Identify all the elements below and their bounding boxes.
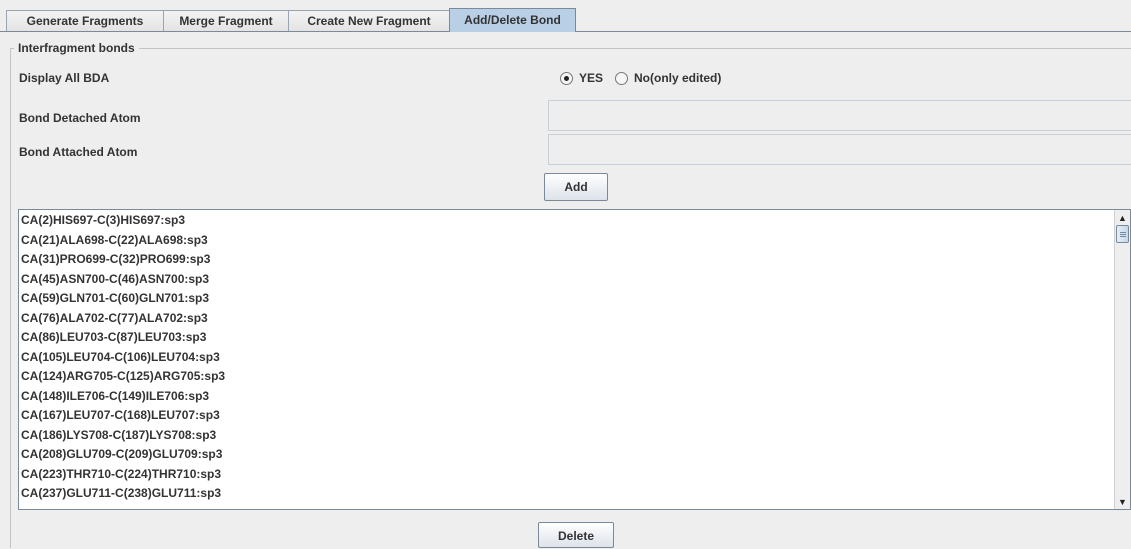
vertical-scrollbar[interactable]: ▲ ▼: [1114, 210, 1130, 509]
bond-list-item[interactable]: CA(148)ILE706-C(149)ILE706:sp3: [21, 387, 209, 406]
bond-list-item[interactable]: CA(208)GLU709-C(209)GLU709:sp3: [21, 445, 222, 464]
bond-list-item[interactable]: CA(45)ASN700-C(46)ASN700:sp3: [21, 270, 209, 289]
bond-list-item[interactable]: CA(76)ALA702-C(77)ALA702:sp3: [21, 309, 208, 328]
add-delete-bond-panel: Interfragment bonds Display All BDA YES …: [0, 32, 1131, 548]
thumb-grip-line: [1120, 234, 1126, 235]
bond-list-item[interactable]: CA(86)LEU703-C(87)LEU703:sp3: [21, 328, 206, 347]
up-arrow-icon[interactable]: ▲: [1115, 210, 1130, 225]
radio-selected-icon: [560, 71, 573, 85]
radio-no-label: No(only edited): [634, 71, 722, 85]
bond-attached-atom-field[interactable]: [548, 134, 1131, 165]
bond-attached-atom-label: Bond Attached Atom: [19, 145, 138, 159]
radio-no-only-edited[interactable]: No(only edited): [615, 70, 721, 86]
group-border-left: [10, 48, 11, 548]
radio-yes[interactable]: YES: [560, 70, 603, 86]
tab-bar: Generate Fragments Merge Fragment Create…: [0, 0, 1131, 32]
bond-list-item[interactable]: CA(105)LEU704-C(106)LEU704:sp3: [21, 348, 220, 367]
delete-button[interactable]: Delete: [538, 522, 614, 548]
bond-list-item[interactable]: CA(186)LYS708-C(187)LYS708:sp3: [21, 426, 216, 445]
bond-list[interactable]: CA(2)HIS697-C(3)HIS697:sp3 CA(21)ALA698-C…: [18, 209, 1131, 510]
bond-list-item[interactable]: CA(21)ALA698-C(22)ALA698:sp3: [21, 231, 208, 250]
scrollbar-thumb[interactable]: [1116, 225, 1129, 243]
radio-dot: [564, 75, 569, 81]
thumb-grip-line: [1120, 236, 1126, 237]
down-arrow-icon[interactable]: ▼: [1115, 494, 1130, 509]
bond-list-item[interactable]: CA(2)HIS697-C(3)HIS697:sp3: [21, 211, 185, 230]
bond-list-item[interactable]: CA(59)GLN701-C(60)GLN701:sp3: [21, 289, 209, 308]
bond-list-item[interactable]: CA(237)GLU711-C(238)GLU711:sp3: [21, 484, 221, 503]
group-border-top: [10, 48, 1131, 49]
add-button[interactable]: Add: [544, 173, 608, 201]
display-all-bda-label: Display All BDA: [19, 71, 110, 85]
group-title: Interfragment bonds: [14, 40, 139, 56]
tab-add-delete-bond[interactable]: Add/Delete Bond: [449, 8, 576, 32]
radio-yes-label: YES: [579, 71, 604, 85]
bond-list-item[interactable]: CA(167)LEU707-C(168)LEU707:sp3: [21, 406, 220, 425]
radio-unselected-icon: [615, 71, 628, 85]
bond-detached-atom-label: Bond Detached Atom: [19, 111, 141, 125]
bond-list-item[interactable]: CA(223)THR710-C(224)THR710:sp3: [21, 465, 221, 484]
bond-list-item[interactable]: CA(31)PRO699-C(32)PRO699:sp3: [21, 250, 210, 269]
tab-create-new-fragment[interactable]: Create New Fragment: [288, 10, 450, 32]
bond-list-item[interactable]: CA(124)ARG705-C(125)ARG705:sp3: [21, 367, 225, 386]
thumb-grip-line: [1120, 232, 1126, 233]
tab-generate-fragments[interactable]: Generate Fragments: [6, 10, 164, 32]
tab-merge-fragment[interactable]: Merge Fragment: [163, 10, 289, 32]
bond-detached-atom-field[interactable]: [548, 100, 1131, 131]
